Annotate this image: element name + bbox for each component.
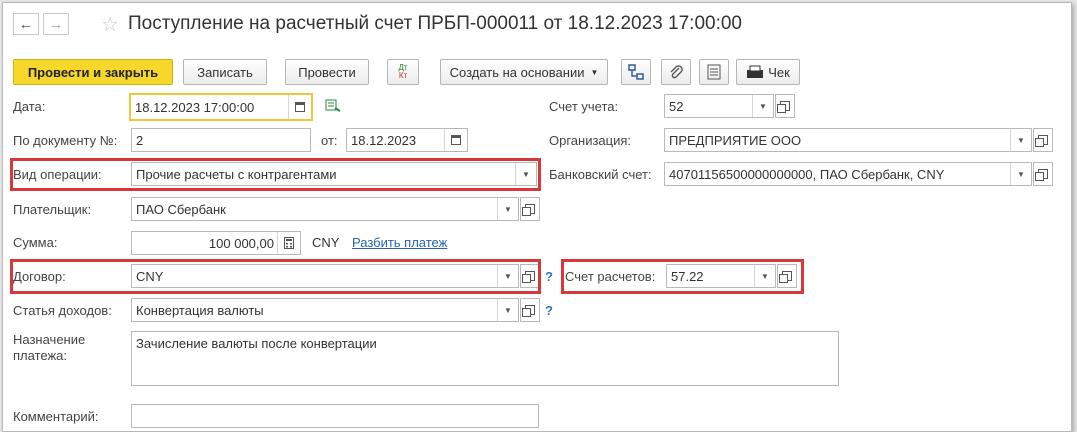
account-label: Счет учета: xyxy=(549,99,619,114)
contract-help-icon[interactable]: ? xyxy=(545,269,553,284)
chevron-down-icon[interactable]: ▼ xyxy=(1010,129,1031,151)
organization-label: Организация: xyxy=(549,133,632,148)
doc-date-value: 18.12.2023 xyxy=(351,133,417,148)
highlight-contract xyxy=(10,259,541,294)
comment-field[interactable] xyxy=(131,404,539,428)
doc-number-value: 2 xyxy=(136,133,144,148)
payer-value: ПАО Сбербанк xyxy=(136,202,226,217)
sum-value: 100 000,00 xyxy=(208,236,274,251)
organization-select[interactable]: ПРЕДПРИЯТИЕ ООО ▼ xyxy=(664,128,1032,152)
chevron-down-icon[interactable]: ▼ xyxy=(1010,163,1031,185)
star-icon[interactable]: ☆ xyxy=(101,12,119,37)
payer-select[interactable]: ПАО Сбербанк ▼ xyxy=(131,197,519,221)
account-open-button[interactable] xyxy=(775,94,795,118)
currency-label: CNY xyxy=(312,235,340,250)
dt-kt-button[interactable]: Дт Кт xyxy=(387,59,419,85)
organization-open-button[interactable] xyxy=(1033,128,1053,152)
history-icon xyxy=(325,99,341,112)
open-icon xyxy=(1035,135,1048,147)
save-button[interactable]: Записать xyxy=(183,59,267,85)
calendar-button[interactable] xyxy=(444,129,467,151)
document-window: ← → ☆ Поступление на расчетный счет ПРБП… xyxy=(2,2,1072,432)
income-item-select[interactable]: Конвертация валюты ▼ xyxy=(131,298,519,322)
bank-account-select[interactable]: 40701156500000000000, ПАО Сбербанк, CNY … xyxy=(664,162,1032,186)
kt-label: Кт xyxy=(398,71,408,80)
calendar-icon xyxy=(451,135,461,145)
chevron-down-icon[interactable]: ▼ xyxy=(497,198,518,220)
date-value: 18.12.2023 17:00:00 xyxy=(135,100,255,115)
doc-number-field[interactable]: 2 xyxy=(131,128,311,152)
purpose-value: Зачисление валюты после конвертации xyxy=(136,336,377,351)
open-icon xyxy=(522,204,535,216)
income-item-help-icon[interactable]: ? xyxy=(545,303,553,318)
organization-value: ПРЕДПРИЯТИЕ ООО xyxy=(669,133,802,148)
receipt-button[interactable]: Чек xyxy=(736,59,800,85)
purpose-label-line1: Назначение xyxy=(13,332,86,347)
split-payment-link[interactable]: Разбить платеж xyxy=(352,235,447,250)
highlight-operation-type xyxy=(10,158,541,191)
arrow-right-icon: → xyxy=(48,15,64,33)
page-title: Поступление на расчетный счет ПРБП-00001… xyxy=(128,13,742,34)
calendar-icon xyxy=(295,102,305,112)
from-label: от: xyxy=(321,133,338,148)
post-button[interactable]: Провести xyxy=(285,59,369,85)
chevron-down-icon[interactable]: ▼ xyxy=(497,299,518,321)
history-button[interactable] xyxy=(325,99,341,116)
create-based-on-label: Создать на основании xyxy=(449,64,585,80)
chevron-down-icon: ▼ xyxy=(590,67,599,77)
structure-button[interactable] xyxy=(621,59,651,85)
attach-button[interactable] xyxy=(661,59,691,85)
date-label: Дата: xyxy=(13,99,46,114)
purpose-textarea[interactable]: Зачисление валюты после конвертации xyxy=(131,331,839,386)
sum-field[interactable]: 100 000,00 xyxy=(131,231,301,255)
back-button[interactable]: ← xyxy=(13,13,39,35)
income-item-open-button[interactable] xyxy=(520,298,540,322)
account-select[interactable]: 52 ▼ xyxy=(664,94,774,118)
chevron-down-icon[interactable]: ▼ xyxy=(752,95,773,117)
bank-account-label: Банковский счет: xyxy=(549,167,652,182)
printer-icon xyxy=(747,65,764,78)
calculator-icon xyxy=(284,237,294,249)
open-icon xyxy=(777,101,790,113)
account-value: 52 xyxy=(669,99,684,114)
open-icon xyxy=(1035,169,1048,181)
open-icon xyxy=(522,305,535,317)
calendar-button[interactable] xyxy=(288,95,311,119)
bank-account-value: 40701156500000000000, ПАО Сбербанк, CNY xyxy=(669,167,945,182)
comment-label: Комментарий: xyxy=(13,409,99,424)
purpose-label-line2: платежа: xyxy=(13,348,67,363)
doc-date-field[interactable]: 18.12.2023 xyxy=(346,128,468,152)
calculator-button[interactable] xyxy=(277,232,300,254)
income-item-label: Статья доходов: xyxy=(13,303,112,318)
payer-label: Плательщик: xyxy=(13,202,92,217)
paperclip-icon xyxy=(670,65,683,79)
highlight-settlement-account xyxy=(561,259,804,294)
payer-open-button[interactable] xyxy=(520,197,540,221)
structure-icon xyxy=(628,64,644,80)
list-icon xyxy=(707,64,721,80)
report-button[interactable] xyxy=(699,59,729,85)
income-item-value: Конвертация валюты xyxy=(136,303,264,318)
doc-number-label: По документу №: xyxy=(13,133,118,148)
date-field[interactable]: 18.12.2023 17:00:00 xyxy=(129,93,313,121)
bank-account-open-button[interactable] xyxy=(1033,162,1053,186)
forward-button[interactable]: → xyxy=(43,13,69,35)
sum-label: Сумма: xyxy=(13,235,58,250)
create-based-on-button[interactable]: Создать на основании ▼ xyxy=(440,59,608,85)
post-and-close-button[interactable]: Провести и закрыть xyxy=(13,59,173,85)
receipt-label: Чек xyxy=(768,64,790,80)
arrow-left-icon: ← xyxy=(18,15,34,33)
